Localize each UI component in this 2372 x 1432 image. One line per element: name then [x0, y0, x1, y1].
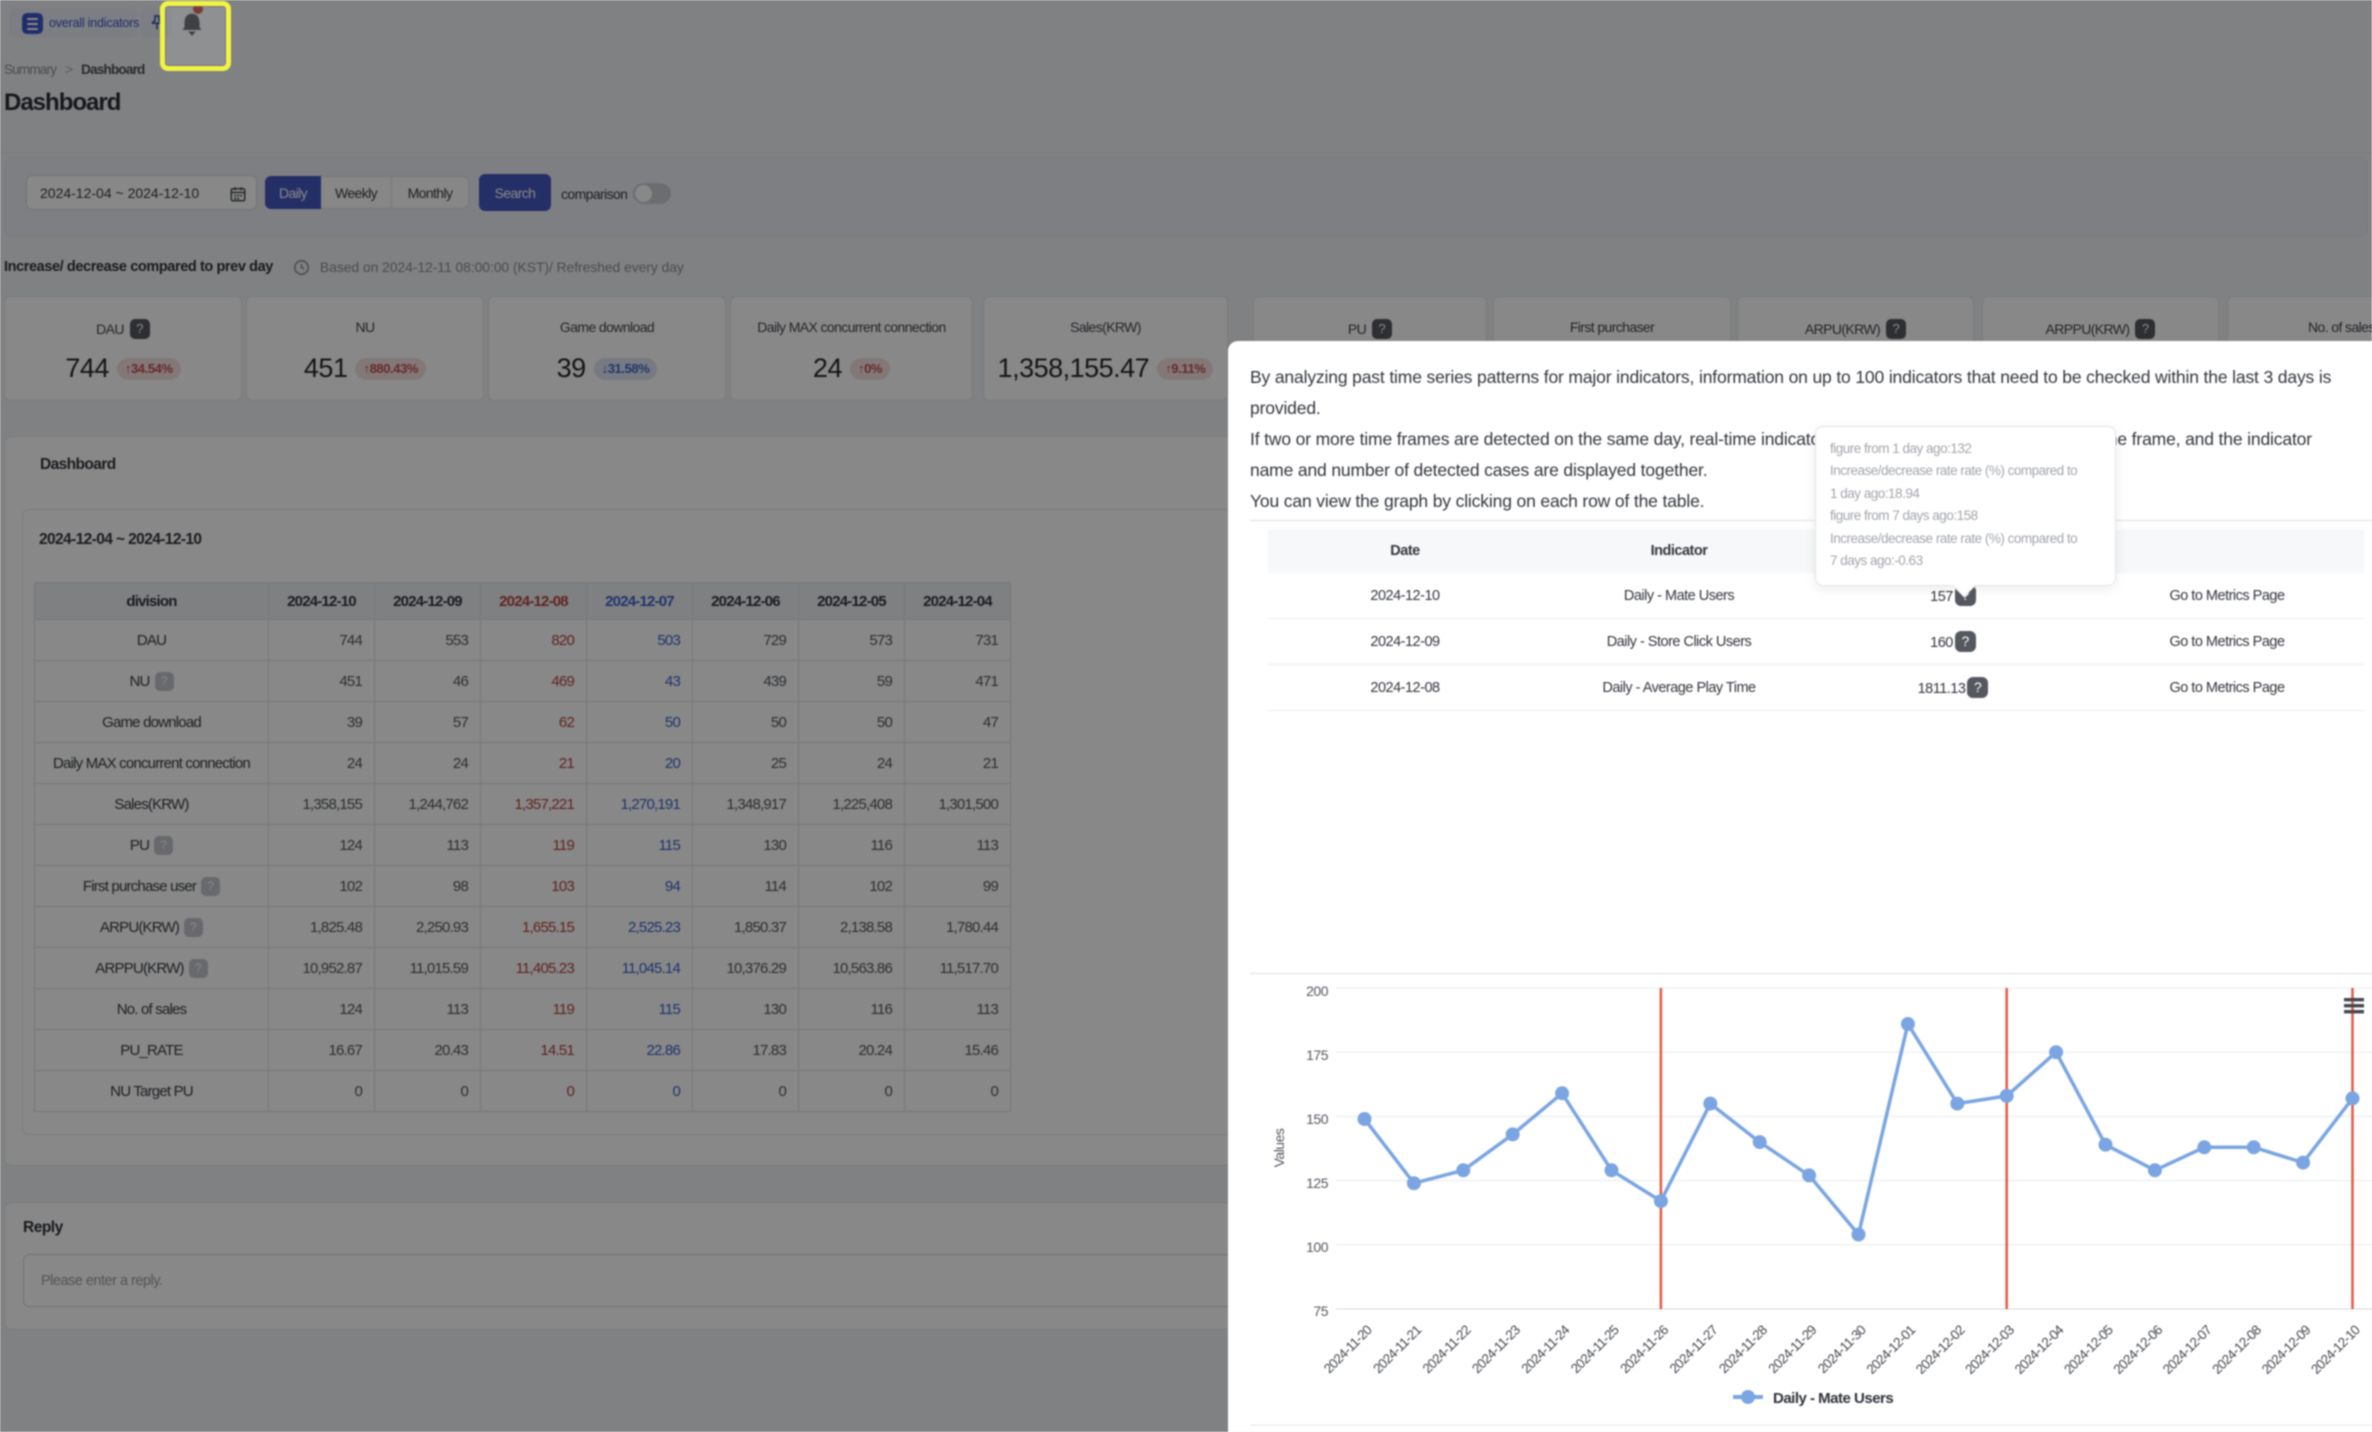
svg-text:2024-12-03: 2024-12-03 — [1962, 1322, 2017, 1377]
svg-text:2024-11-26: 2024-11-26 — [1617, 1322, 1671, 1376]
svg-text:2024-11-29: 2024-11-29 — [1765, 1322, 1819, 1376]
svg-text:2024-12-05: 2024-12-05 — [2061, 1322, 2116, 1377]
svg-text:2024-12-09: 2024-12-09 — [2259, 1322, 2314, 1377]
svg-text:2024-11-30: 2024-11-30 — [1815, 1322, 1869, 1376]
svg-text:2024-12-10: 2024-12-10 — [2308, 1322, 2363, 1377]
svg-text:2024-11-22: 2024-11-22 — [1420, 1322, 1474, 1376]
svg-text:75: 75 — [1313, 1303, 1328, 1319]
svg-text:2024-11-28: 2024-11-28 — [1716, 1322, 1770, 1376]
svg-text:2024-11-23: 2024-11-23 — [1469, 1322, 1523, 1376]
svg-text:2024-11-20: 2024-11-20 — [1321, 1322, 1375, 1376]
svg-text:125: 125 — [1306, 1175, 1329, 1191]
svg-text:200: 200 — [1306, 983, 1329, 999]
svg-text:2024-12-01: 2024-12-01 — [1864, 1322, 1919, 1377]
svg-text:Daily - Mate Users: Daily - Mate Users — [1773, 1390, 1893, 1407]
svg-text:2024-12-07: 2024-12-07 — [2160, 1322, 2215, 1377]
svg-text:2024-11-21: 2024-11-21 — [1370, 1322, 1424, 1376]
svg-text:2024-12-02: 2024-12-02 — [1913, 1322, 1968, 1377]
svg-text:175: 175 — [1306, 1047, 1329, 1063]
svg-text:2024-12-08: 2024-12-08 — [2209, 1322, 2264, 1377]
svg-text:2024-11-25: 2024-11-25 — [1568, 1322, 1622, 1376]
svg-text:2024-11-27: 2024-11-27 — [1667, 1322, 1721, 1376]
svg-text:2024-12-04: 2024-12-04 — [2012, 1322, 2067, 1377]
svg-text:2024-11-24: 2024-11-24 — [1518, 1322, 1573, 1377]
svg-text:Values: Values — [1271, 1128, 1287, 1167]
svg-text:100: 100 — [1306, 1239, 1329, 1255]
svg-text:2024-12-06: 2024-12-06 — [2111, 1322, 2166, 1377]
svg-text:150: 150 — [1306, 1111, 1329, 1127]
